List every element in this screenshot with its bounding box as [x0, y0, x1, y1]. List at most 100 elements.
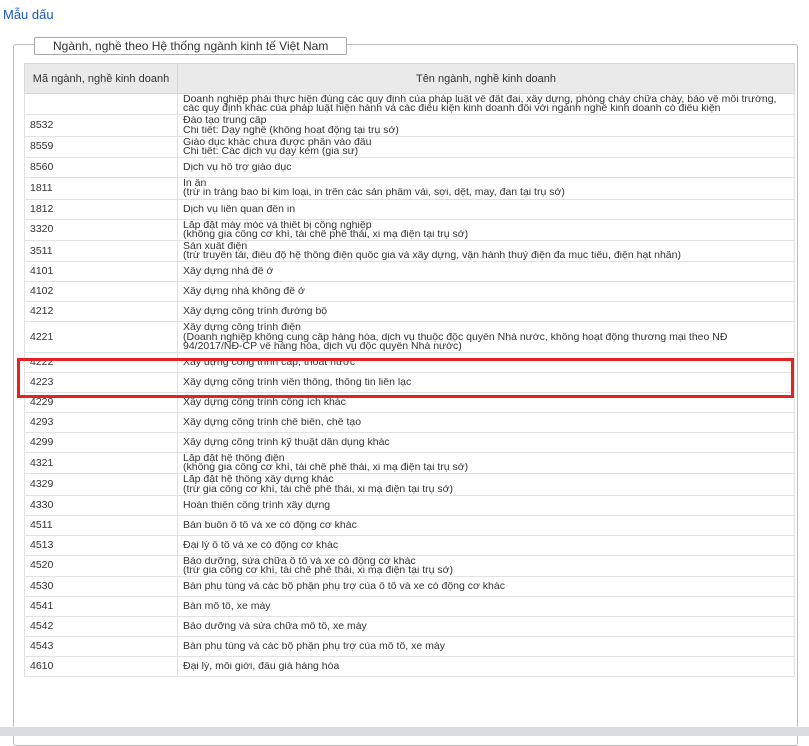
table-row: 8532 Đào tạo trung cấp Chi tiết: Dạy nghề … — [24, 114, 795, 137]
industry-name-line: In ấn — [183, 179, 207, 189]
industry-code: 4329 — [24, 473, 178, 496]
industry-name: Bảo dưỡng, sửa chữa ô tô và xe có động c… — [177, 554, 795, 578]
table-row: 4610 Đại lý, môi giới, đấu giá hàng hóa — [24, 656, 795, 678]
table-row: 1812 Dịch vụ liên quan đến in — [24, 198, 795, 220]
industry-name: Bán mô tô, xe máy — [177, 596, 795, 618]
industry-name-line: Xây dựng công trình cấp, thoát nước — [183, 357, 356, 368]
table-row: 4330 Hoàn thiện công trình xây dựng — [24, 494, 795, 516]
industry-code: 8560 — [24, 157, 178, 179]
industry-code: 3511 — [24, 240, 178, 263]
industry-name-line: các quy định khác của pháp luật hiện hàn… — [183, 104, 721, 114]
table-row: 8560 Dịch vụ hỗ trợ giáo dục — [24, 157, 795, 179]
industry-name-line: 94/2017/NĐ-CP về hàng hóa, dịch vụ độc q… — [183, 341, 462, 352]
industry-name-line: Bảo dưỡng và sửa chữa mô tô, xe máy — [183, 622, 367, 632]
industry-name-line: (Doanh nghiệp không cung cấp hàng hóa, d… — [183, 332, 728, 342]
industry-code: 4513 — [24, 534, 178, 556]
industry-code: 4293 — [24, 412, 178, 434]
industry-code: 4511 — [24, 514, 178, 536]
industry-name: Xây dựng công trình công ích khác — [177, 392, 795, 414]
industry-name: Đại lý, môi giới, đấu giá hàng hóa — [177, 656, 795, 678]
mau-dau-link[interactable]: Mẫu dấu — [3, 7, 54, 22]
industry-code: 4543 — [24, 636, 178, 658]
industry-panel: Ngành, nghề theo Hệ thống ngành kinh tế … — [13, 37, 798, 746]
industry-name: Lắp đặt máy móc và thiết bị công nghiệp(… — [177, 218, 795, 242]
industry-name-line: Bán buôn ô tô và xe có động cơ khác — [183, 520, 357, 530]
industry-name-line: Hoàn thiện công trình xây dựng — [183, 500, 331, 510]
industry-code: 4102 — [24, 281, 178, 303]
industry-name-line: Sản xuất điện — [183, 242, 248, 252]
industry-code: 4212 — [24, 301, 178, 323]
table-row: 4223 Xây dựng công trình viễn thông, thôn… — [24, 372, 795, 394]
table-row: 4293 Xây dựng công trình chế biến, chế tạ… — [24, 412, 795, 434]
table-row: 4321 Lắp đặt hệ thống điện (không gia công… — [24, 452, 795, 475]
industry-name-line: Xây dựng công trình viễn thông, thông ti… — [183, 377, 412, 388]
industry-name: Xây dựng công trình cấp, thoát nước — [177, 352, 795, 374]
table-row: 4102 Xây dựng nhà không để ở — [24, 281, 795, 303]
industry-name: In ấn (trừ in tráng bao bì kim loại, in t… — [177, 177, 795, 200]
table-row: 3320 Lắp đặt máy móc và thiết bị công ngh… — [24, 218, 795, 242]
industry-name: Bán phụ tùng và các bộ phận phụ trợ của … — [177, 636, 795, 658]
industry-code: 4520 — [24, 554, 178, 578]
industry-name-line: (trừ truyền tải, điều độ hệ thống điện q… — [183, 251, 681, 261]
industry-name: Đào tạo trung cấp Chi tiết: Dạy nghề (khô… — [177, 114, 795, 137]
table-row: 1811 In ấn (trừ in tráng bao bì kim loại, … — [24, 177, 795, 200]
industry-name: Đại lý ô tô và xe có động cơ khác — [177, 534, 795, 556]
industry-code — [24, 92, 178, 116]
industry-code: 1812 — [24, 198, 178, 220]
industry-name-line: Dịch vụ liên quan đến in — [183, 204, 296, 214]
industry-name-line: Doanh nghiệp phải thực hiện đúng các quy… — [183, 95, 777, 105]
industry-name-line: Bán phụ tùng và các bộ phận phụ trợ của … — [183, 642, 445, 652]
industry-code: 4330 — [24, 494, 178, 516]
industry-name-line: (trừ in tráng bao bì kim loại, in trên c… — [183, 188, 565, 198]
industry-code: 4321 — [24, 452, 178, 475]
industry-name: Giáo dục khác chưa được phân vào đâu Chi … — [177, 135, 795, 159]
industry-code: 4222 — [24, 352, 178, 374]
industry-name-line: Xây dựng công trình điện — [183, 323, 301, 333]
industry-name: Dịch vụ liên quan đến in — [177, 198, 795, 220]
industry-code: 4542 — [24, 616, 178, 638]
table-row: 4221 Xây dựng công trình điện (Doanh nghiệ… — [24, 321, 795, 354]
industry-name-line: Bán phụ tùng và các bộ phận phụ trợ của … — [183, 582, 505, 592]
industry-name: Xây dựng công trình đường bộ — [177, 301, 795, 323]
industry-name-line: Chi tiết: Dạy nghề (không hoạt động tại … — [183, 125, 399, 135]
table-header-row: Mã ngành, nghề kinh doanh Tên ngành, ngh… — [24, 63, 795, 94]
industry-name-line: (không gia công cơ khí, tái chế phế thải… — [183, 229, 469, 240]
industry-name-line: Xây dựng công trình đường bộ — [183, 307, 328, 317]
industry-name: Xây dựng công trình chế biến, chế tạo — [177, 412, 795, 434]
industry-name-line: Bán mô tô, xe máy — [183, 602, 271, 612]
industry-name-line: Lắp đặt máy móc và thiết bị công nghiệp — [183, 220, 372, 230]
industry-table: Mã ngành, nghề kinh doanh Tên ngành, ngh… — [24, 63, 795, 678]
industry-code: 4299 — [24, 432, 178, 454]
column-header-name: Tên ngành, nghề kinh doanh — [177, 63, 795, 94]
industry-name: Dịch vụ hỗ trợ giáo dục — [177, 157, 795, 179]
industry-name-line: Chi tiết: Các dịch vụ dạy kèm (gia sư) — [183, 147, 359, 157]
industry-name: Xây dựng công trình kỹ thuật dân dụng kh… — [177, 432, 795, 454]
industry-name-line: Bảo dưỡng, sửa chữa ô tô và xe có động c… — [183, 556, 416, 567]
industry-name-line: (trừ gia công cơ khí, tái chế phế thải, … — [183, 566, 454, 576]
industry-name: Xây dựng công trình điện (Doanh nghiệp kh… — [177, 321, 795, 354]
table-row: 4212 Xây dựng công trình đường bộ — [24, 301, 795, 323]
industry-name: Bán buôn ô tô và xe có động cơ khác — [177, 514, 795, 536]
industry-name-line: Dịch vụ hỗ trợ giáo dục — [183, 163, 292, 173]
industry-name-line: Lắp đặt hệ thống xây dựng khác — [183, 475, 334, 485]
industry-code: 1811 — [24, 177, 178, 200]
industry-code: 8559 — [24, 135, 178, 159]
industry-name: Xây dựng nhà để ở — [177, 261, 795, 283]
table-row: 8559 Giáo dục khác chưa được phân vào đâu… — [24, 135, 795, 159]
horizontal-scrollbar[interactable] — [0, 727, 809, 736]
table-row: 4299 Xây dựng công trình kỹ thuật dân dụn… — [24, 432, 795, 454]
industry-name-line: Đại lý ô tô và xe có động cơ khác — [183, 540, 339, 550]
industry-name: Lắp đặt hệ thống điện (không gia công cơ … — [177, 452, 795, 475]
panel-legend: Ngành, nghề theo Hệ thống ngành kinh tế … — [34, 37, 348, 55]
industry-name: Xây dựng công trình viễn thông, thông ti… — [177, 372, 795, 394]
table-body: Doanh nghiệp phải thực hiện đúng các quy… — [24, 92, 795, 678]
table-row: 4513 Đại lý ô tô và xe có động cơ khác — [24, 534, 795, 556]
industry-name-line: Xây dựng công trình công ích khác — [183, 397, 346, 408]
industry-name: Bảo dưỡng và sửa chữa mô tô, xe máy — [177, 616, 795, 638]
table-row: 4541 Bán mô tô, xe máy — [24, 596, 795, 618]
industry-name-line: (không gia công cơ khí, tái chế phế thải… — [183, 463, 469, 473]
industry-code: 4610 — [24, 656, 178, 678]
industry-name-line: (trừ gia công cơ khí, tái chế phế thải, … — [183, 484, 454, 494]
industry-name-line: Xây dựng công trình chế biến, chế tạo — [183, 417, 362, 428]
industry-name: Xây dựng nhà không để ở — [177, 281, 795, 303]
